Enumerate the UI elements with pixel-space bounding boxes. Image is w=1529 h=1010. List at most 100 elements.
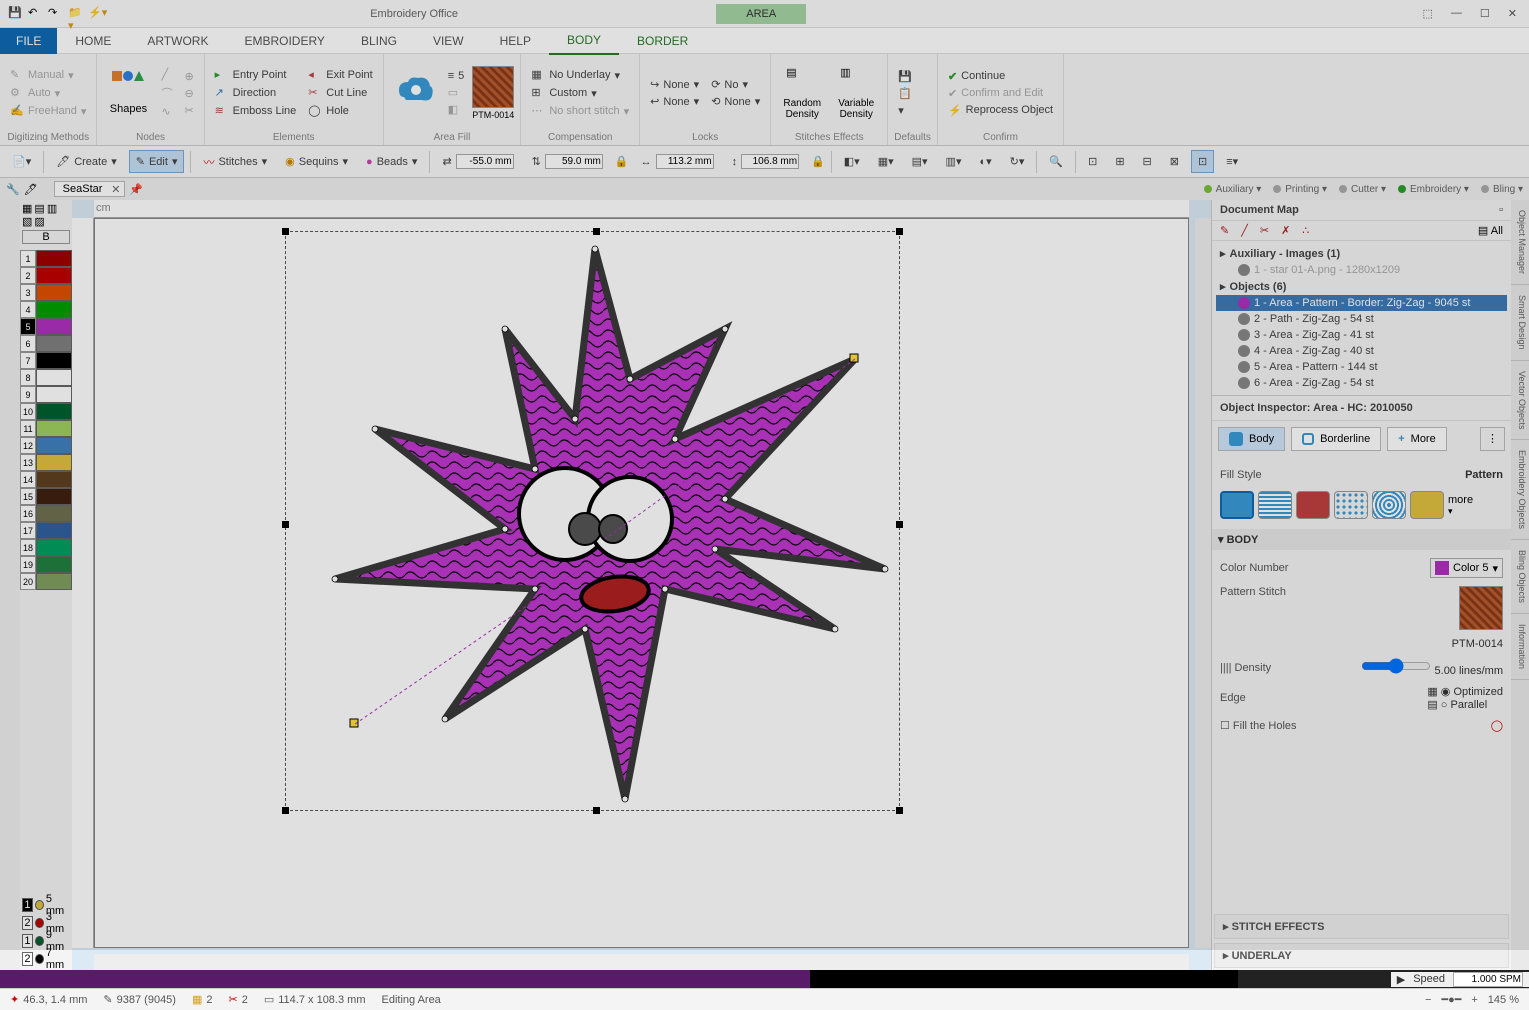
height-input[interactable]: ↕ [726,150,806,173]
tab-border[interactable]: BORDER [619,28,706,54]
minimize-icon[interactable]: — [1451,7,1462,20]
view-icon-2[interactable]: ⊞ [1109,151,1130,172]
tree-node[interactable]: 3 - Area - Zig-Zag - 41 st [1216,327,1507,343]
palette-tool-2[interactable]: ▤ [34,202,44,215]
lock-4[interactable]: ⟲ None ▾ [707,94,764,109]
side-tab[interactable]: Vector Objects [1511,361,1529,441]
view-icon-5[interactable]: ⊡ [1191,150,1214,173]
palette-color-row[interactable]: 4 [20,301,72,318]
view-icon-1[interactable]: ⊡ [1082,151,1103,172]
palette-color-row[interactable]: 13 [20,454,72,471]
freehand-button[interactable]: ✍FreeHand ▾ [6,103,90,119]
view-icon-4[interactable]: ⊠ [1164,151,1185,172]
stitches-button[interactable]: 〰 Stitches ▾ [197,150,273,174]
tab-embroidery[interactable]: EMBROIDERY [226,28,342,54]
output-tag[interactable]: Bling ▾ [1481,184,1523,195]
palette-color-row[interactable]: 6 [20,335,72,352]
palette-color-row[interactable]: 12 [20,437,72,454]
horizontal-scrollbar[interactable] [94,954,1189,970]
edit-button[interactable]: ✎ Edit ▾ [129,150,185,173]
zoom-slider[interactable]: ━●━ [1441,993,1461,1006]
palette-color-row[interactable]: 5 [20,318,72,335]
resize-handle[interactable] [593,228,600,235]
itab-more[interactable]: +More [1387,427,1447,451]
sequins-button[interactable]: ◉ Sequins ▾ [279,151,354,172]
side-tab[interactable]: Object Manager [1511,200,1529,285]
undo-icon[interactable]: ↶ [28,6,44,22]
node-tool-4[interactable]: ⊕ [180,69,197,84]
more-swatches[interactable]: more▾ [1448,494,1473,517]
pin-icon[interactable]: 📌 [129,183,143,196]
side-tab[interactable]: Bling Objects [1511,540,1529,614]
new-doc-icon[interactable]: 📄▾ [6,151,37,172]
underlay-select[interactable]: ▦No Underlay ▾ [527,67,633,83]
hole-button[interactable]: ◯Hole [304,103,376,119]
defaults-icon-1[interactable]: 💾 [894,69,916,84]
emboss-button[interactable]: ≋Emboss Line [211,103,301,119]
side-tab[interactable]: Embroidery Objects [1511,440,1529,540]
lock-2[interactable]: ⟳ No ▾ [707,77,764,92]
pos-x-input[interactable]: ⇄ [436,150,519,173]
palette-color-row[interactable]: 10 [20,403,72,420]
palette-color-row[interactable]: 7 [20,352,72,369]
custom-select[interactable]: ⊞Custom ▾ [527,85,633,101]
view-icon-3[interactable]: ⊟ [1137,151,1158,172]
resize-handle[interactable] [282,228,289,235]
output-tag[interactable]: Printing ▾ [1273,184,1327,195]
panel-collapse-icon[interactable]: ▫ [1499,204,1503,216]
fill-swatch[interactable] [1372,491,1406,519]
tree-node[interactable]: ▸ Objects (6) [1216,278,1507,295]
fill-opt-3[interactable]: ◧ [444,102,469,117]
speed-input[interactable] [1453,972,1523,987]
resize-handle[interactable] [896,521,903,528]
tab-home[interactable]: HOME [57,28,129,54]
auto-button[interactable]: ⚙Auto ▾ [6,85,90,101]
create-button[interactable]: 🖊 Create ▾ [50,151,123,172]
node-tool-5[interactable]: ⊖ [180,86,197,101]
itab-options[interactable]: ⋮ [1480,427,1505,451]
zoom-out-icon[interactable]: − [1425,994,1431,1006]
tree-node[interactable]: ▸ Auxiliary - Images (1) [1216,245,1507,262]
needle-row[interactable]: 27 mm [22,950,70,968]
fill-swatch[interactable] [1410,491,1444,519]
zoom-in-icon[interactable]: + [1471,994,1477,1006]
fill-opt-2[interactable]: ▭ [444,85,469,100]
output-tag[interactable]: Embroidery ▾ [1398,184,1469,195]
tool-align[interactable]: ▤▾ [906,151,934,172]
side-tab[interactable]: Information [1511,614,1529,680]
fill-swatch[interactable] [1220,491,1254,519]
beads-button[interactable]: ● Beads ▾ [360,151,423,172]
bolt-icon[interactable]: ⚡▾ [88,6,104,22]
tool-group[interactable]: ▦▾ [872,151,900,172]
area-fill-preview[interactable] [390,56,440,130]
resize-handle[interactable] [896,228,903,235]
palette-tool-5[interactable]: ▨ [34,215,44,228]
resize-handle[interactable] [896,807,903,814]
close-document-icon[interactable]: ✕ [111,183,120,196]
underlay-section[interactable]: ▸ UNDERLAY [1214,943,1509,968]
width-input[interactable]: ↔ [635,150,720,173]
fill-swatch[interactable] [1296,491,1330,519]
filter-all[interactable]: ▤ All [1478,224,1503,237]
pattern-stitch-swatch[interactable] [1459,586,1503,630]
filter-x-icon[interactable]: ✗ [1281,224,1290,237]
shapes-button[interactable]: Shapes [103,56,153,130]
exit-point-button[interactable]: ◂Exit Point [304,67,376,83]
cut-line-button[interactable]: ✂Cut Line [304,85,376,101]
tab-view[interactable]: VIEW [415,28,482,54]
fill-swatch[interactable] [1258,491,1292,519]
fill-holes-checkbox[interactable]: ☐ Fill the Holes [1220,719,1297,732]
lock-size-icon[interactable]: 🔒 [811,155,825,168]
edge-optimized-radio[interactable]: ▦ ◉ Optimized [1427,686,1503,698]
tab-help[interactable]: HELP [482,28,549,54]
tab-artwork[interactable]: ARTWORK [129,28,226,54]
variable-density-button[interactable]: ▥Variable Density [831,56,881,130]
confirm-edit-button[interactable]: ✔Confirm and Edit [944,86,1057,101]
side-tab[interactable]: Smart Design [1511,285,1529,361]
document-tab[interactable]: SeaStar ✕ [54,181,126,197]
filter-pen-icon[interactable]: ✎ [1220,224,1229,237]
tree-node[interactable]: 1 - star 01-A.png - 1280x1209 [1216,262,1507,278]
palette-b[interactable]: B [22,230,70,244]
play-icon[interactable]: ▶ [1397,973,1405,986]
palette-color-row[interactable]: 16 [20,505,72,522]
